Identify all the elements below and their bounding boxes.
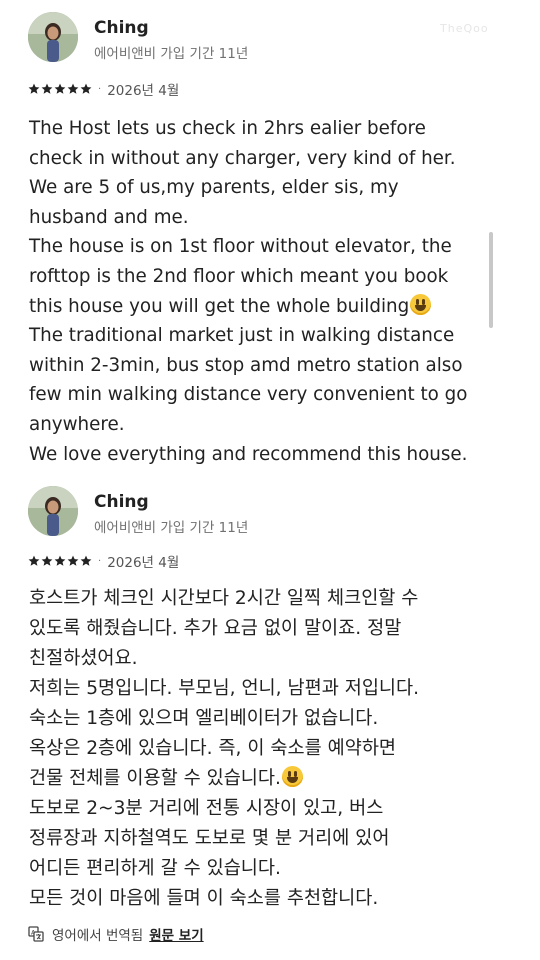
- review-line: few min walking distance very convenient…: [29, 384, 468, 406]
- review-line: 어디든 편리하게 갈 수 있습니다.: [29, 858, 281, 879]
- scrollbar[interactable]: [489, 232, 493, 328]
- reviewer-name[interactable]: Ching: [94, 18, 149, 38]
- review-meta: · 2026년 4월: [28, 552, 180, 571]
- reviewer-header: Ching 에어비앤비 가입 기간 11년: [28, 12, 508, 64]
- review-line: rofttop is the 2nd floor which meant you…: [29, 265, 449, 287]
- review-line: 도보로 2~3분 거리에 전통 시장이 있고, 버스: [29, 798, 384, 819]
- smile-emoji-icon: [281, 766, 303, 787]
- smile-emoji-icon: [410, 293, 432, 315]
- review-line-with-emoji: this house you will get the whole buildi…: [29, 292, 499, 322]
- review-line: We love everything and recommend this ho…: [29, 443, 468, 465]
- star-icon: [80, 83, 92, 94]
- reviewer-avatar[interactable]: [28, 12, 78, 62]
- star-icon: [54, 83, 66, 94]
- review-line: anywhere.: [29, 413, 125, 435]
- review-date: 2026년 4월: [107, 555, 180, 571]
- star-icon: [41, 555, 53, 566]
- review-card-english: Ching 에어비앤비 가입 기간 11년 · 2026년 4월 The Hos…: [0, 0, 540, 470]
- review-line: 있도록 해줬습니다. 추가 요금 없이 말이죠. 정말: [29, 618, 402, 639]
- star-icon: [28, 555, 40, 566]
- separator-dot: ·: [98, 555, 102, 567]
- review-line: The traditional market just in walking d…: [29, 325, 455, 347]
- review-line-text: 건물 전체를 이용할 수 있습니다.: [29, 768, 281, 789]
- view-original-link[interactable]: 원문 보기: [149, 924, 203, 944]
- reviewer-avatar[interactable]: [28, 486, 78, 536]
- reviewer-name[interactable]: Ching: [94, 492, 149, 512]
- star-icon: [41, 83, 53, 94]
- review-line: check in without any charger, very kind …: [29, 147, 456, 169]
- review-line: 정류장과 지하철역도 도보로 몇 분 거리에 있어: [29, 828, 390, 849]
- review-line: The house is on 1st floor without elevat…: [29, 236, 452, 258]
- review-line: 친절하셨어요.: [29, 648, 138, 669]
- review-text: 호스트가 체크인 시간보다 2시간 일찍 체크인할 수 있도록 해줬습니다. 추…: [29, 584, 499, 914]
- star-icon: [80, 555, 92, 566]
- translation-note: A 영어에서 번역됨 원문 보기: [28, 924, 204, 944]
- review-line: We are 5 of us,my parents, elder sis, my: [29, 177, 399, 199]
- reviewer-tenure: 에어비앤비 가입 기간 11년: [94, 520, 249, 536]
- review-meta: · 2026년 4월: [28, 80, 180, 99]
- review-line: 저희는 5명입니다. 부모님, 언니, 남편과 저입니다.: [29, 678, 420, 699]
- review-line: 호스트가 체크인 시간보다 2시간 일찍 체크인할 수: [29, 588, 419, 609]
- star-icon: [67, 83, 79, 94]
- review-line: 숙소는 1층에 있으며 엘리베이터가 없습니다.: [29, 708, 379, 729]
- review-line-with-emoji: 건물 전체를 이용할 수 있습니다.: [29, 764, 499, 794]
- review-line: 옥상은 2층에 있습니다. 즉, 이 숙소를 예약하면: [29, 738, 397, 759]
- review-card-korean: Ching 에어비앤비 가입 기간 11년 · 2026년 4월 호스트가 체크…: [0, 478, 540, 918]
- review-line: within 2-3min, bus stop amd metro statio…: [29, 354, 463, 376]
- translated-from-label: 영어에서 번역됨: [52, 928, 144, 944]
- reviewer-tenure: 에어비앤비 가입 기간 11년: [94, 46, 249, 62]
- star-icon: [28, 83, 40, 94]
- star-rating: [28, 83, 92, 95]
- avatar-photo-icon: [28, 12, 78, 62]
- review-line-text: this house you will get the whole buildi…: [29, 295, 410, 317]
- translate-icon: A: [28, 926, 44, 942]
- review-line: husband and me.: [29, 206, 189, 228]
- reviewer-header: Ching 에어비앤비 가입 기간 11년: [28, 486, 508, 538]
- review-date: 2026년 4월: [107, 83, 180, 99]
- review-text: The Host lets us check in 2hrs ealier be…: [29, 114, 499, 469]
- avatar-photo-icon: [28, 486, 78, 536]
- star-rating: [28, 555, 92, 567]
- review-line: The Host lets us check in 2hrs ealier be…: [29, 118, 426, 139]
- separator-dot: ·: [98, 83, 102, 95]
- review-line: 모든 것이 마음에 들며 이 숙소를 추천합니다.: [29, 888, 379, 909]
- star-icon: [67, 555, 79, 566]
- star-icon: [54, 555, 66, 566]
